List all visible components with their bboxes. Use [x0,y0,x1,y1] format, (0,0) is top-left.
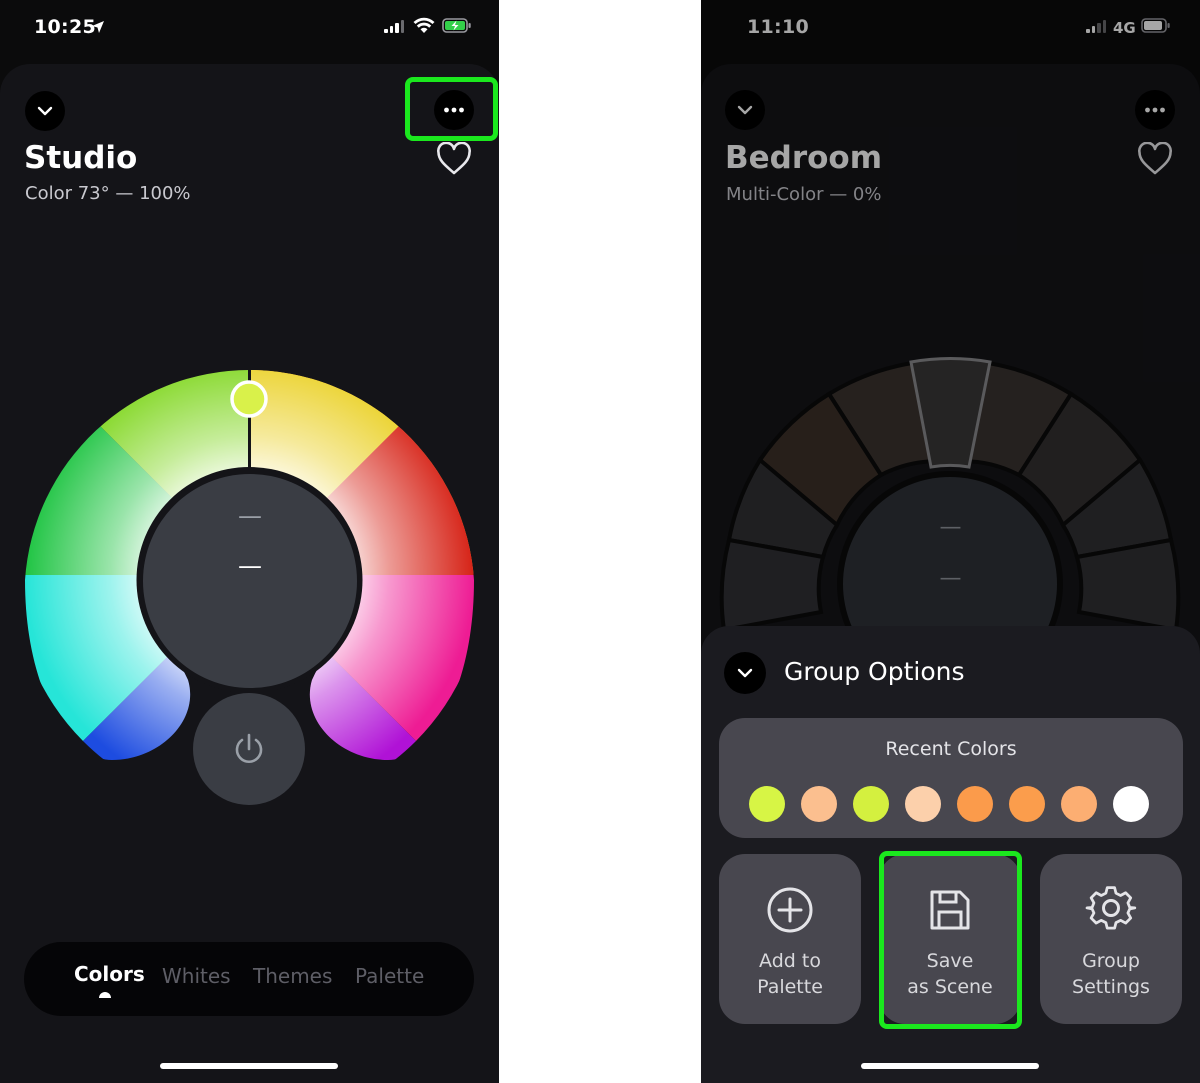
power-button[interactable] [193,693,305,805]
power-icon [235,733,263,763]
chevron-down-icon [737,668,753,678]
recent-color-swatch[interactable] [905,786,941,822]
close-options-button[interactable] [724,652,766,694]
studio-screen: 10:25 Studio Color 73° — 100% — — Colors… [0,0,499,1083]
tab-colors[interactable]: Colors [74,962,145,986]
recent-color-swatch[interactable] [853,786,889,822]
bedroom-screen: 11:10 4G Bedroom Multi-Color — 0% — — Gr… [701,0,1200,1083]
home-indicator [861,1063,1039,1069]
brightness-step-current: — [238,552,262,580]
home-indicator [160,1063,338,1069]
recent-colors-label: Recent Colors [885,738,1017,760]
recent-color-swatch[interactable] [1061,786,1097,822]
group-options-sheet: Group Options Recent Colors Add to Palet… [701,626,1200,1083]
card-label: Group Settings [1072,950,1150,998]
recent-color-swatch[interactable] [957,786,993,822]
selected-color-handle[interactable] [230,380,268,418]
options-title: Group Options [784,657,965,686]
floppy-disk-icon [930,890,970,930]
recent-color-swatch[interactable] [801,786,837,822]
card-label: Save as Scene [907,950,993,998]
group-settings-button[interactable]: Group Settings [1040,854,1182,1024]
gear-icon [1085,886,1137,930]
recent-colors-panel: Recent Colors [719,718,1183,838]
save-as-scene-button[interactable]: Save as Scene [879,854,1021,1024]
card-label: Add to Palette [757,950,823,998]
brightness-step-up: — [238,502,262,530]
plus-circle-icon [767,887,813,933]
tab-palette[interactable]: Palette [355,964,424,988]
tab-themes[interactable]: Themes [253,964,332,988]
mode-tab-bar: Colors Whites Themes Palette [24,942,474,1016]
recent-color-swatch[interactable] [749,786,785,822]
tab-whites[interactable]: Whites [162,964,231,988]
add-to-palette-button[interactable]: Add to Palette [719,854,861,1024]
active-tab-indicator [99,992,111,998]
recent-color-swatch[interactable] [1113,786,1149,822]
recent-color-swatch[interactable] [1009,786,1045,822]
brightness-dial[interactable]: — — [143,474,357,688]
